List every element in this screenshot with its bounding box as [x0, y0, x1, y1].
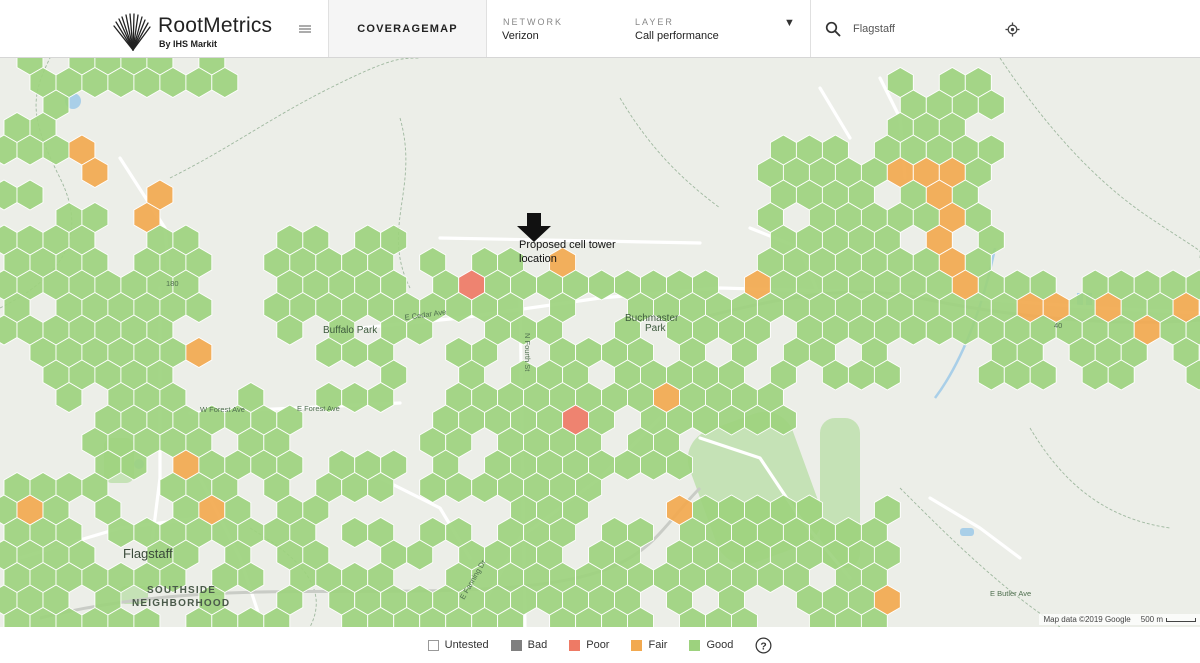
map-label-neighborhood: NEIGHBORHOOD	[132, 598, 230, 609]
legend-label: Poor	[586, 639, 610, 651]
legend-item-untested: Untested	[427, 639, 489, 651]
scale-bar	[1166, 617, 1196, 622]
search-input[interactable]	[850, 19, 996, 39]
network-value: Verizon	[502, 30, 539, 42]
menu-icon	[299, 25, 311, 33]
legend-swatch	[569, 639, 581, 651]
chevron-down-icon[interactable]: ▼	[784, 17, 795, 29]
scale-text: 500 m	[1140, 615, 1163, 624]
brand-sub: By IHS Markit	[159, 39, 218, 49]
pond	[960, 528, 974, 536]
legend-swatch	[510, 639, 522, 651]
search-icon[interactable]	[825, 21, 841, 37]
map-label-n-fourth-st: N Fourth St	[523, 333, 532, 372]
map-label-flagstaff: Flagstaff	[123, 546, 173, 561]
map-label-w-forest-ave: W Forest Ave	[200, 405, 245, 414]
attribution-text: Map data ©2019 Google	[1043, 615, 1131, 624]
coverage-map-tab[interactable]: COVERAGEMAP	[329, 0, 486, 57]
map-label-buffalo-park: Buffalo Park	[323, 325, 378, 336]
legend-item-fair: Fair	[631, 639, 667, 651]
map-canvas[interactable]: Buffalo Park Buchmaster Park W Forest Av…	[0, 58, 1200, 627]
legend-swatch	[427, 639, 439, 651]
legend-swatch	[689, 639, 701, 651]
map-label-e-butler-ave: E Butler Ave	[990, 589, 1031, 598]
locate-icon[interactable]	[1005, 22, 1020, 37]
route-shield-40: 40	[1054, 321, 1062, 330]
legend-label: Good	[706, 639, 734, 651]
legend-item-poor: Poor	[569, 639, 609, 651]
layer-label: LAYER	[635, 17, 674, 27]
legend-item-good: Good	[689, 639, 733, 651]
brand-logo[interactable]: RootMetrics By IHS Markit	[113, 12, 273, 52]
map-label-southside: SOUTHSIDE	[147, 585, 216, 596]
divider	[810, 0, 811, 57]
scale-indicator: 500 m	[1141, 615, 1196, 624]
network-label: NETWORK	[503, 17, 563, 27]
legend-item-bad: Bad	[510, 639, 548, 651]
help-icon[interactable]: ?	[755, 637, 772, 654]
legend-label: Bad	[527, 639, 548, 651]
divider	[486, 0, 487, 57]
arrow-down-icon	[517, 213, 551, 242]
legend-label: Untested	[444, 639, 489, 651]
legend: Untested Bad Poor Fair Good ?	[0, 627, 1200, 663]
map-label-e-forest-ave: E Forest Ave	[297, 404, 340, 413]
route-shield-180: 180	[166, 279, 179, 288]
top-bar: RootMetrics By IHS Markit COVERAGEMAP NE…	[0, 0, 1200, 58]
legend-swatch	[631, 639, 643, 651]
menu-button[interactable]	[294, 18, 316, 40]
coverage-map[interactable]: Buffalo Park Buchmaster Park W Forest Av…	[0, 58, 1200, 627]
svg-text:?: ?	[761, 641, 767, 652]
annotation-line-2: location	[519, 253, 557, 265]
logo-fan-icon	[113, 13, 151, 51]
legend-label: Fair	[648, 639, 668, 651]
layer-value: Call performance	[635, 30, 719, 42]
map-attribution: Map data ©2019 Google 500 m	[1039, 614, 1200, 625]
brand-name: RootMetrics	[158, 14, 273, 37]
map-label-park: Park	[645, 323, 667, 334]
